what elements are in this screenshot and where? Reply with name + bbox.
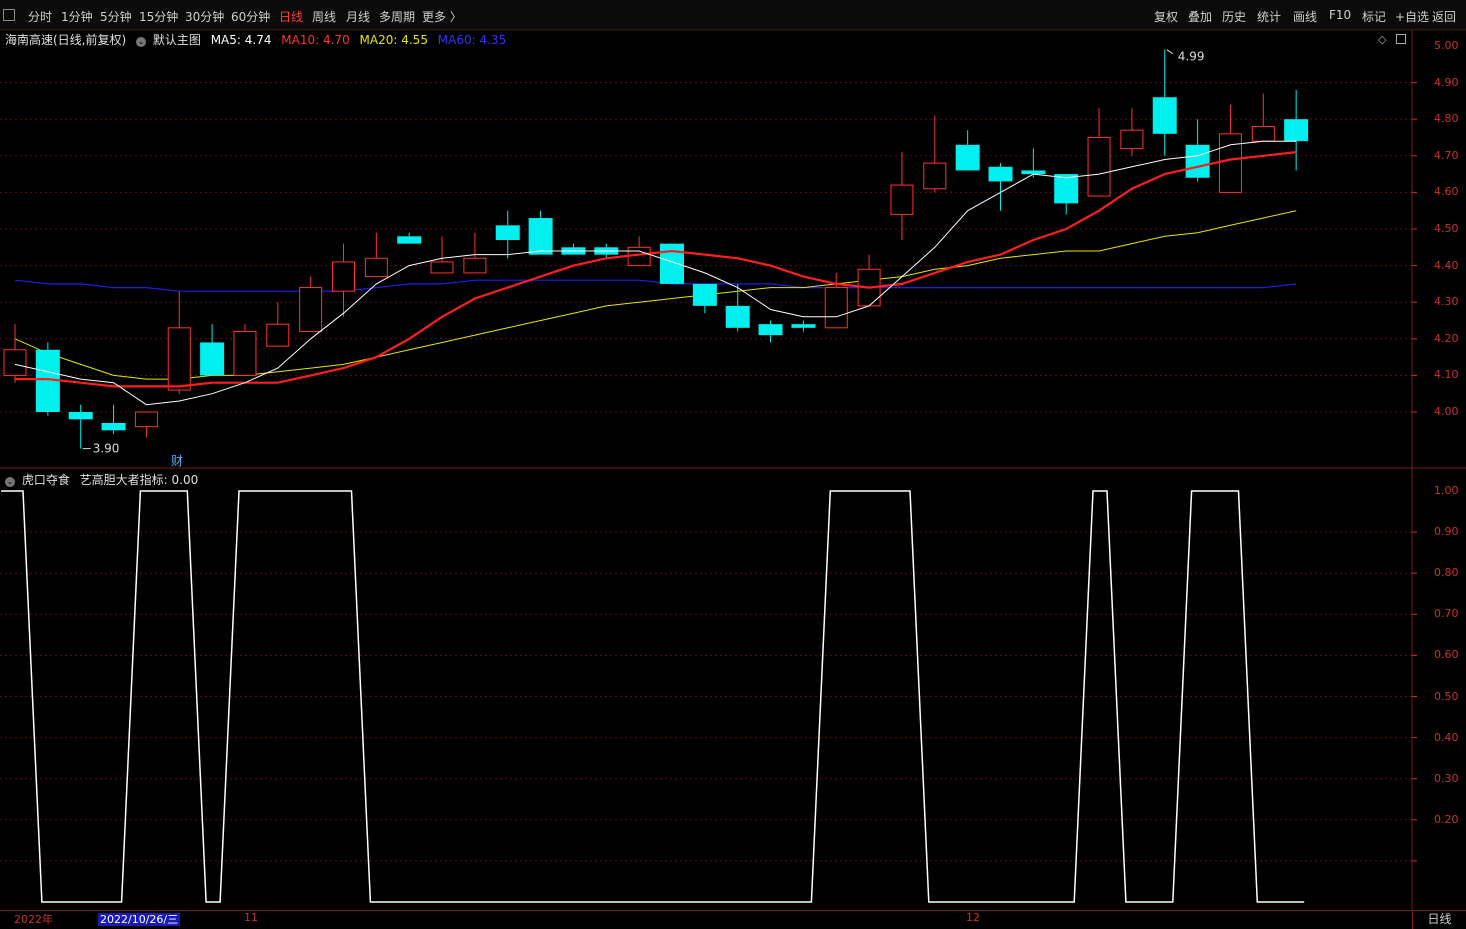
indicator-axis-tick: 0.40 — [1434, 730, 1459, 744]
candle-body-down — [791, 324, 816, 328]
candle-body-up — [824, 287, 848, 329]
candle-body-up — [266, 323, 290, 347]
finance-marker: 财 — [171, 454, 183, 468]
indicator-axis-tick: 0.50 — [1434, 689, 1459, 703]
candle-body-down — [200, 342, 225, 376]
candle-body-up — [167, 327, 191, 391]
candle-body-up — [364, 257, 388, 278]
candle-body-up — [233, 330, 257, 376]
price-axis-tick: 4.10 — [1434, 368, 1459, 382]
price-axis-tick: 4.50 — [1434, 222, 1459, 235]
indicator-axis-tick: 0.60 — [1434, 648, 1459, 662]
candle-body-up — [332, 261, 355, 292]
high-arrow — [1166, 49, 1174, 55]
indicator-axis-tick: 1.00 — [1434, 484, 1459, 497]
indicator-axis-tick: 0.20 — [1434, 812, 1459, 826]
price-axis-tick: 4.20 — [1434, 331, 1459, 345]
indicator-axis-tick: 0.70 — [1434, 607, 1459, 621]
high-price-label: 4.99 — [1178, 50, 1205, 64]
candle-body-up — [463, 257, 487, 274]
low-price-label: 3.90 — [93, 442, 120, 456]
candle-body-up — [430, 261, 454, 274]
candle-body-down — [692, 283, 717, 306]
candle-body-down — [68, 412, 93, 420]
candle-body-up — [3, 349, 27, 376]
candle-body-down — [495, 225, 520, 240]
candle-body-up — [299, 287, 323, 332]
candle-body-up — [1251, 126, 1275, 142]
candle-body-down — [1284, 119, 1309, 142]
kline-chart[interactable]: 4.99 3.90 财 — [0, 0, 1466, 929]
price-axis-tick: 4.00 — [1434, 405, 1459, 418]
candle-body-up — [890, 184, 914, 215]
candle-body-down — [101, 422, 126, 431]
cursor-date-label: 2022/10/26/三 — [98, 913, 181, 926]
candle-body-down — [955, 144, 980, 171]
candle-body-down — [725, 305, 750, 328]
date-month-12: 12 — [966, 911, 980, 924]
ma60-line — [14, 279, 1297, 292]
date-year-label: 2022年 — [14, 913, 53, 926]
candle-body-down — [528, 218, 553, 255]
indicator-line — [1, 490, 1305, 903]
price-axis-tick: 4.70 — [1434, 148, 1459, 162]
candle-body-up — [134, 411, 158, 428]
candle-body-down — [1152, 97, 1177, 134]
candle-body-up — [923, 162, 947, 190]
price-axis-tick: 4.90 — [1434, 75, 1459, 89]
period-button[interactable]: 日线 — [1412, 910, 1466, 929]
price-axis-tick: 4.80 — [1434, 112, 1459, 126]
price-axis-tick: 4.40 — [1434, 258, 1459, 272]
candle-body-down — [988, 166, 1013, 182]
indicator-axis-tick: 0.90 — [1434, 525, 1459, 539]
date-month-11: 11 — [244, 911, 258, 924]
candle-body-down — [758, 324, 783, 336]
indicator-axis-tick: 0.30 — [1434, 771, 1459, 785]
price-axis-tick: 5.00 — [1434, 39, 1459, 52]
indicator-axis-tick: 0.80 — [1434, 566, 1459, 580]
candle-body-down — [1185, 144, 1210, 178]
date-axis-bar — [0, 910, 1466, 929]
candle-body-up — [1218, 133, 1242, 193]
candle-body-down — [660, 243, 684, 284]
candle-body-up — [1120, 129, 1144, 149]
price-axis-tick: 4.60 — [1434, 185, 1459, 199]
candle-body-up — [1087, 137, 1111, 197]
candle-body-down — [397, 236, 422, 244]
candle-body-down — [1054, 174, 1079, 204]
candle-body-down — [1021, 170, 1046, 175]
price-axis-tick: 4.30 — [1434, 295, 1459, 309]
